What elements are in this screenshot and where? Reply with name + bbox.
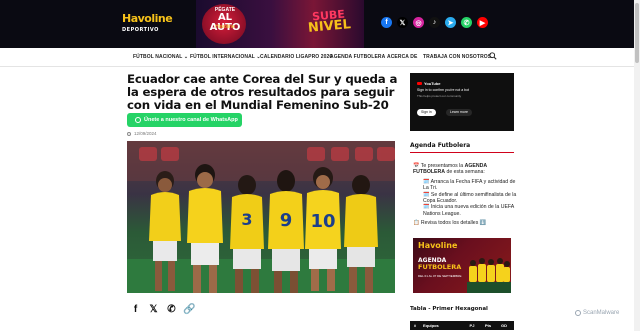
x-icon[interactable]: 𝕏 [397,17,408,28]
banner-slogan: SUBE NIVEL [298,7,360,36]
youtube-signin-button[interactable]: Sign in [417,109,436,116]
whatsapp-icon[interactable]: ✆ [461,17,472,28]
promo-dates: DEL 01 AL 07 DE SEPTIEMBRE [418,274,462,278]
article-image: 3 9 10 [127,141,395,293]
whatsapp-channel-button[interactable]: Únete a nuestro canal de WhatsApp [127,113,242,127]
youtube-submessage: This helps protect our community [417,94,462,98]
agenda-intro-pre: 📅 Te presentamos la [413,163,465,169]
youtube-message: Sign in to confirm you're not a bot [417,88,470,92]
agenda-item: 🗓️ Arranca la Fecha FIFA y actividad de … [423,178,516,192]
agenda-divider [410,152,514,153]
tiktok-icon[interactable]: ♪ [429,17,440,28]
logo-subtext: DEPORTIVO [122,27,159,33]
share-whatsapp-icon[interactable]: ✆ [166,304,177,315]
col-header: Pts [484,323,492,328]
scrollbar-thumb[interactable] [635,3,639,63]
instagram-icon[interactable]: ◎ [413,17,424,28]
nav-item-label: AGENDA FUTBOLERA [330,54,386,60]
search-icon[interactable] [489,52,497,60]
nav-item-label: TRABAJA CON NOSOTROS [423,54,492,60]
col-header: # [413,323,417,328]
banner-slogan-bottom: NIVEL [307,17,352,36]
agenda-content: 📅 Te presentamos la AGENDA FUTBOLERA de … [413,163,519,227]
promo-brand: Havoline [418,241,458,250]
share-bar: f 𝕏 ✆ 🔗 [130,304,196,315]
youtube-icon[interactable]: ▶ [477,17,488,28]
col-header: GD [501,323,507,328]
telegram-icon[interactable]: ➤ [445,17,456,28]
clock-icon [127,131,131,136]
nav-item-fútbol-nacional[interactable]: FÚTBOL NACIONAL ⌄ [133,54,188,60]
main-nav: FÚTBOL NACIONAL ⌄ FÚTBOL INTERNACIONAL ⌄ C… [0,48,640,67]
nav-item-agenda-futbolera[interactable]: AGENDA FUTBOLERA [330,54,385,60]
col-header: PJ [469,323,475,328]
chevron-down-icon: ⌄ [182,54,189,60]
scanmalware-watermark: ScanMalware [575,310,619,316]
youtube-brand-text: YouTube [424,81,441,86]
facebook-icon[interactable]: f [381,17,392,28]
agenda-intro-post: de esta semana: [445,169,485,176]
promo-team-illustration [467,258,511,293]
svg-text:9: 9 [280,210,293,231]
whatsapp-button-label: Únete a nuestro canal de WhatsApp [144,117,238,123]
standings-table-header: # Equipos PJ Pts GD [410,321,514,330]
nav-item-label: FÚTBOL INTERNACIONAL [190,54,255,60]
youtube-brand: YouTube [417,81,441,86]
banner-logo-text: Havoline [215,24,235,30]
nav-item-trabaja-con-nosotros[interactable]: TRABAJA CON NOSOTROS [423,54,491,60]
scanmalware-icon [575,310,581,316]
share-link-icon[interactable]: 🔗 [183,304,195,315]
whatsapp-icon [135,117,141,123]
article-title: Ecuador cae ante Corea del Sur y queda a… [127,72,398,112]
standings-heading: Tabla - Primer Hexagonal [410,306,488,312]
team-photo-illustration: 3 9 10 [127,141,395,293]
social-links: f 𝕏 ◎ ♪ ➤ ✆ ▶ [381,17,488,28]
agenda-item: 🗓️ Inicia una nueva edición de la UEFA N… [423,204,514,217]
agenda-intro: 📅 Te presentamos la AGENDA FUTBOLERA de … [413,163,487,175]
top-header: Havoline DEPORTIVO PÉGATE AL AUTO Havoli… [0,0,640,48]
agenda-item: 🗓️ Se define al último semifinalista de … [423,191,517,205]
agenda-heading: Agenda Futbolera [410,142,471,149]
youtube-learn-more-button[interactable]: Learn more [446,109,472,116]
share-facebook-icon[interactable]: f [130,304,141,315]
nav-item-label: ACERCA DE [387,54,418,60]
nav-item-calendario-ligapro-2026[interactable]: CALENDARIO LIGAPRO 2026 [260,54,332,60]
promo-line2: FUTBOLERA [418,263,462,271]
article-date-text: 12/09/2024 [134,131,157,136]
logo-text: Havoline [122,12,173,25]
page-scrollbar[interactable] [634,0,640,331]
site-logo[interactable]: Havoline DEPORTIVO [122,12,173,37]
nav-item-label: CALENDARIO LIGAPRO 2026 [260,54,333,60]
share-x-icon[interactable]: 𝕏 [148,304,159,315]
youtube-embed[interactable]: YouTube Sign in to confirm you're not a … [410,73,514,131]
article-date: 12/09/2024 [127,131,157,136]
watermark-text: ScanMalware [583,310,620,316]
nav-item-fútbol-internacional[interactable]: FÚTBOL INTERNACIONAL ⌄ [190,54,261,60]
youtube-logo-icon [417,81,422,86]
col-header: Equipos [423,323,439,328]
nav-item-label: FÚTBOL NACIONAL [133,54,183,60]
svg-text:10: 10 [310,211,335,232]
header-ad-banner[interactable]: PÉGATE AL AUTO Havoline SUBE NIVEL [196,0,364,48]
svg-text:3: 3 [241,210,252,229]
agenda-more-link[interactable]: 📋 Revisa todos los detalles ⬇️ [413,220,486,226]
agenda-promo-image[interactable]: Havoline AGENDA FUTBOLERA DEL 01 AL 07 D… [413,238,511,293]
banner-main-text: AL AUTO [209,12,241,33]
nav-item-acerca-de[interactable]: ACERCA DE [387,54,417,60]
